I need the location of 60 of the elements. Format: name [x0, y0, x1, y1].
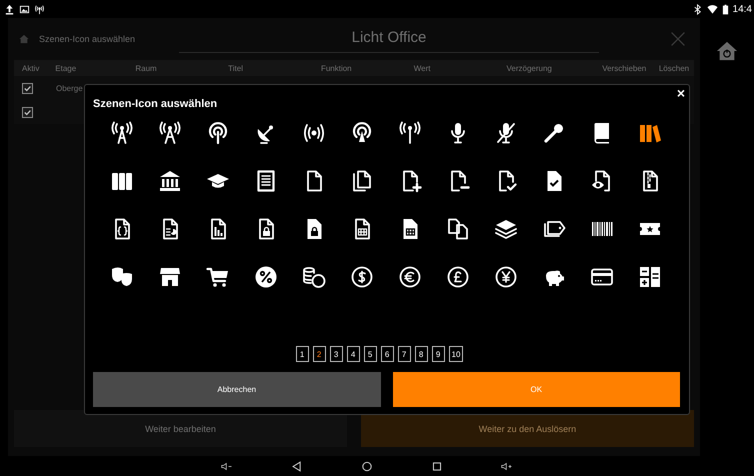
- scene-title-field[interactable]: Licht Office: [179, 25, 599, 53]
- page-button[interactable]: 4: [346, 346, 360, 362]
- upload-icon: [4, 4, 15, 14]
- image-icon: [19, 4, 30, 14]
- page-button[interactable]: 5: [364, 346, 377, 362]
- column-header: Wert: [414, 64, 432, 72]
- page-button[interactable]: 10: [448, 346, 464, 362]
- dollar-coin-icon[interactable]: [350, 265, 374, 289]
- handheld-microphone-icon[interactable]: [542, 121, 566, 145]
- column-header: Verschieben: [602, 64, 648, 72]
- calculator-icon[interactable]: [638, 265, 662, 289]
- pound-coin-icon[interactable]: [446, 265, 470, 289]
- antenna-tower-icon[interactable]: [158, 121, 182, 145]
- active-checkbox[interactable]: [22, 82, 33, 94]
- broadcast-icon[interactable]: [206, 121, 230, 145]
- recents-icon[interactable]: [431, 460, 443, 472]
- battery-icon: [722, 4, 729, 14]
- layers-icon[interactable]: [494, 217, 518, 241]
- euro-coin-icon[interactable]: [398, 265, 422, 289]
- page-button[interactable]: 7: [398, 346, 411, 362]
- coins-icon[interactable]: [302, 265, 326, 289]
- broadcast-icon[interactable]: [302, 121, 326, 145]
- column-header: Löschen: [658, 64, 690, 72]
- clock-time: 14:4: [732, 4, 752, 14]
- column-header: Raum: [135, 64, 158, 72]
- column-header: Verzögerung: [506, 64, 553, 72]
- page-button[interactable]: 2: [312, 346, 326, 362]
- home-icon[interactable]: [361, 460, 373, 472]
- active-checkbox[interactable]: [22, 106, 33, 118]
- page-button[interactable]: 3: [330, 346, 343, 362]
- column-header: Etage: [54, 64, 78, 72]
- muted-microphone-icon[interactable]: [494, 121, 518, 145]
- documents-icon[interactable]: [446, 217, 470, 241]
- store-icon[interactable]: [158, 265, 182, 289]
- page-button[interactable]: 6: [380, 346, 394, 362]
- wifi-icon: [706, 4, 718, 14]
- table-cell: Oberge: [56, 84, 83, 92]
- column-header: Titel: [228, 64, 244, 72]
- breadcrumb-link[interactable]: Szenen-Icon auswählen: [39, 34, 159, 44]
- column-header: Aktiv: [21, 64, 40, 72]
- page-button[interactable]: 1: [296, 346, 309, 362]
- back-icon[interactable]: [291, 460, 303, 472]
- broadcast-icon[interactable]: [350, 121, 374, 145]
- column-header: Funktion: [320, 64, 353, 72]
- volume-down-icon[interactable]: [221, 460, 233, 472]
- percent-icon[interactable]: [254, 265, 278, 289]
- antenna-tower-icon[interactable]: [110, 121, 134, 145]
- documents-icon[interactable]: [350, 169, 374, 193]
- cancel-button[interactable]: Abbrechen: [93, 372, 380, 407]
- bluetooth-icon: [692, 4, 703, 14]
- close-button[interactable]: ×: [676, 85, 685, 101]
- dialog-title: Szenen-Icon auswählen: [93, 98, 218, 110]
- volume-up-icon[interactable]: [501, 460, 513, 472]
- cart-icon[interactable]: [206, 265, 230, 289]
- page-button[interactable]: 8: [414, 346, 428, 362]
- yen-coin-icon[interactable]: [494, 265, 518, 289]
- page-button[interactable]: 9: [432, 346, 445, 362]
- bank-icon[interactable]: [158, 169, 182, 193]
- signal-icon: [34, 4, 45, 14]
- antenna-icon[interactable]: [398, 121, 422, 145]
